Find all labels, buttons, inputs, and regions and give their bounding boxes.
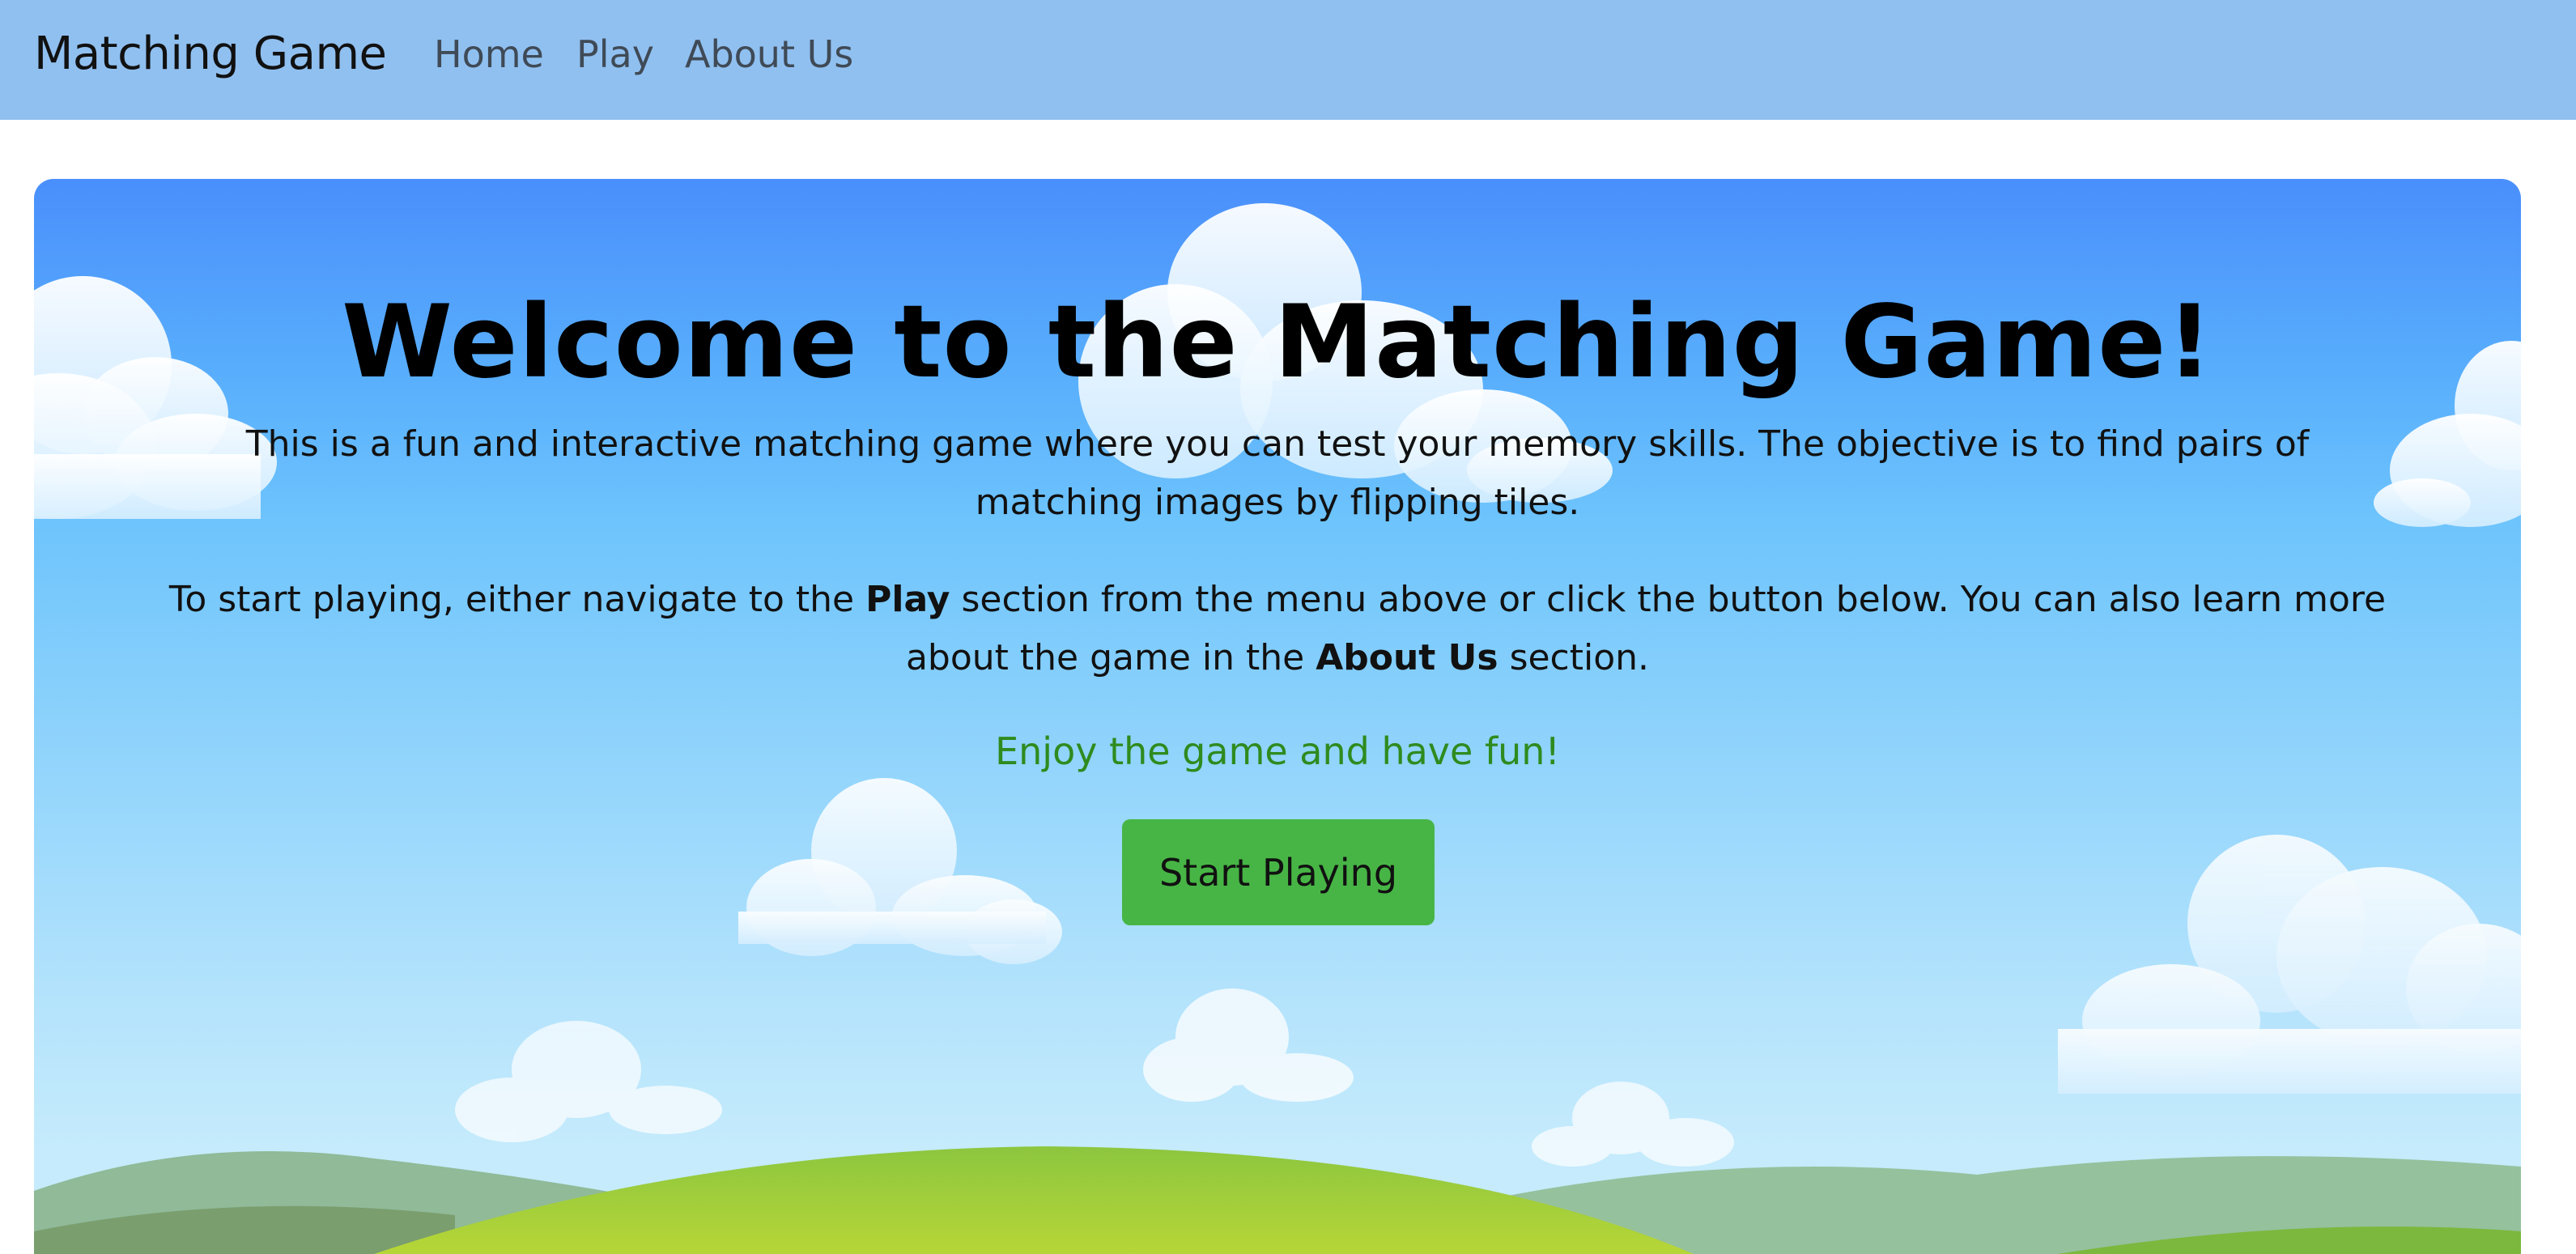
instructions-text: section. [1498, 637, 1650, 678]
nav-home-link[interactable]: Home [434, 32, 544, 76]
hero-title: Welcome to the Matching Game! [342, 284, 2213, 401]
cloud-small-3 [1532, 1082, 1734, 1167]
brand-link[interactable]: Matching Game [34, 28, 387, 80]
nav-play-link[interactable]: Play [576, 32, 654, 76]
hero-panel: Welcome to the Matching Game! This is a … [34, 179, 2521, 1254]
cloud-right [2058, 835, 2521, 1094]
enjoy-message: Enjoy the game and have fun! [995, 729, 1560, 773]
hill-front [374, 1146, 1694, 1254]
cloud-small-1 [1143, 988, 1354, 1102]
cloud-small-2 [455, 1021, 722, 1142]
instructions-text: To start playing, either navigate to the [168, 579, 866, 620]
cloud-mid [738, 778, 1062, 964]
intro-paragraph: This is a fun and interactive matching g… [245, 423, 2310, 523]
instructions-about-bold: About Us [1316, 637, 1498, 678]
nav-about-link[interactable]: About Us [685, 32, 853, 76]
instructions-play-bold: Play [865, 579, 950, 620]
instructions-paragraph: To start playing, either navigate to the… [164, 571, 2391, 687]
start-playing-button[interactable]: Start Playing [1122, 819, 1435, 925]
navbar: Matching Game Home Play About Us [0, 0, 2576, 120]
